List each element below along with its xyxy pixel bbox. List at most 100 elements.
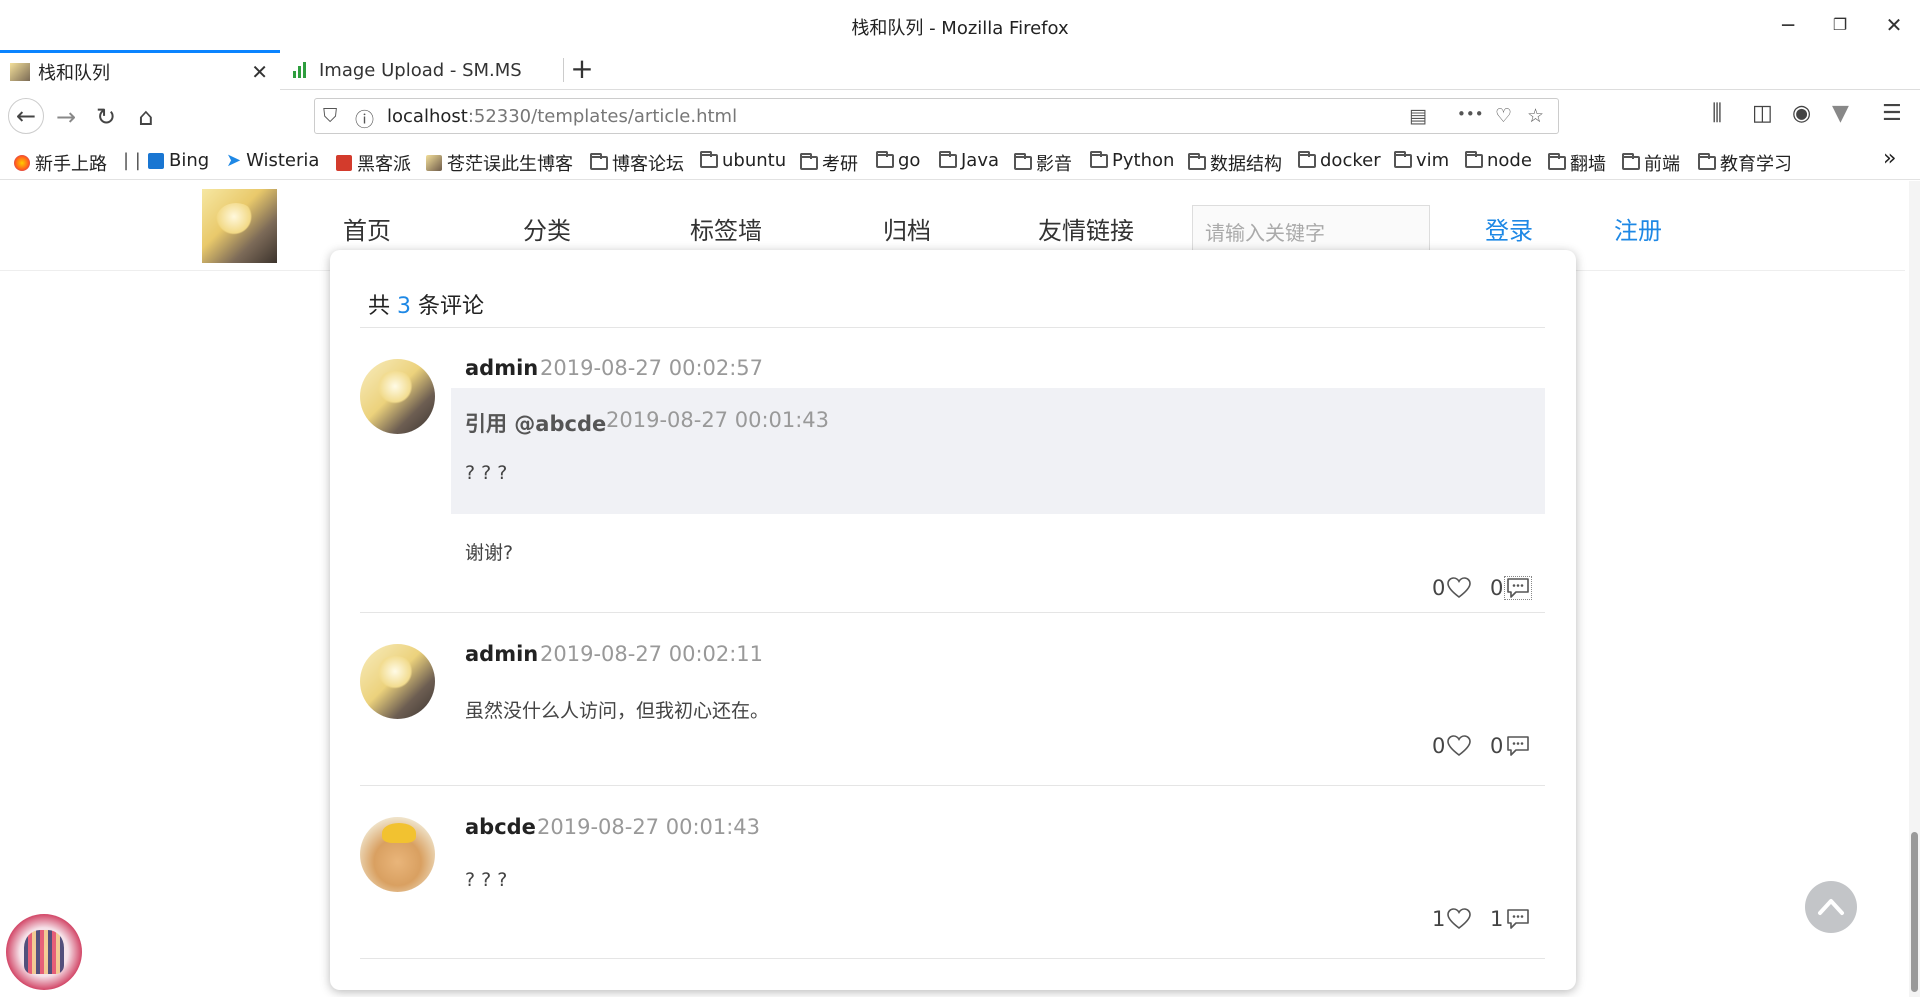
tab-stack-queue[interactable]: 栈和队列 ✕	[0, 50, 280, 90]
scroll-to-top-button[interactable]	[1805, 881, 1857, 933]
page-scrollbar[interactable]	[1909, 181, 1920, 997]
bookmark-item[interactable]: 苍茫误此生博客	[426, 150, 573, 176]
comments-card: 共 3 条评论 admin 2019-08-27 00:02:57 引用 @ab…	[330, 250, 1576, 990]
bookmark-item[interactable]: 新手上路	[14, 150, 107, 176]
register-link[interactable]: 注册	[1614, 211, 1662, 246]
url-path: :52330/templates/article.html	[467, 106, 738, 127]
info-icon[interactable]: ⓘ	[355, 105, 374, 132]
url-text[interactable]: localhost:52330/templates/article.html	[387, 106, 737, 127]
menu-icon[interactable]: ☰	[1882, 101, 1902, 126]
bookmark-folder[interactable]: 前端	[1622, 150, 1680, 176]
nav-tags[interactable]: 标签墙	[690, 211, 762, 246]
page-actions-icon[interactable]: •••	[1457, 105, 1484, 123]
comment-time: 2019-08-27 00:02:11	[540, 642, 764, 666]
folder-icon	[1090, 150, 1108, 168]
reply-button[interactable]: 1	[1490, 907, 1531, 931]
bookmark-label: 新手上路	[35, 154, 107, 175]
bookmark-folder[interactable]: vim	[1394, 150, 1449, 171]
folder-icon	[1014, 153, 1032, 170]
forward-icon[interactable]: →	[50, 101, 82, 133]
bookmark-label: 博客论坛	[612, 154, 684, 175]
back-icon[interactable]: ←	[8, 98, 44, 134]
bookmark-folder[interactable]: 考研	[800, 150, 858, 176]
bookmark-star-icon[interactable]: ☆	[1527, 105, 1544, 127]
bookmark-folder[interactable]: 翻墙	[1548, 150, 1606, 176]
bookmark-item[interactable]: 黑客派	[336, 150, 411, 176]
like-button[interactable]: 0	[1432, 576, 1472, 600]
avatar[interactable]	[360, 359, 435, 434]
quote-time: 2019-08-27 00:01:43	[606, 408, 830, 432]
shield-icon[interactable]: ⛉	[323, 105, 337, 127]
url-bar[interactable]: ⛉ ⓘ localhost:52330/templates/article.ht…	[314, 98, 1559, 134]
comment-text: 谢谢?	[465, 542, 514, 564]
profile-avatar-icon[interactable]: ◉	[1792, 101, 1811, 126]
bookmark-folder[interactable]: 博客论坛	[590, 150, 684, 176]
avatar[interactable]	[360, 817, 435, 892]
like-button[interactable]: 1	[1432, 907, 1472, 931]
bookmark-folder[interactable]: 数据结构	[1188, 150, 1282, 176]
bookmark-label: docker	[1320, 150, 1381, 171]
extension-icon[interactable]: ▼	[1832, 101, 1849, 126]
bookmark-folder[interactable]: Python	[1090, 150, 1174, 171]
bookmark-folder[interactable]: Java	[939, 150, 999, 171]
search-input[interactable]: 请输入关键字	[1192, 205, 1430, 251]
like-button[interactable]: 0	[1432, 734, 1472, 758]
bookmark-folder[interactable]: ubuntu	[700, 150, 786, 171]
hacpai-icon	[336, 155, 352, 171]
close-tab-icon[interactable]: ✕	[251, 60, 268, 84]
bookmarks-bar: 新手上路 | | Bing ➤ Wisteria 黑客派 苍茫误此生博客 博客论坛…	[0, 142, 1920, 180]
heart-icon	[1447, 577, 1472, 599]
folder-icon	[800, 153, 818, 170]
bookmark-item[interactable]: Bing	[148, 150, 209, 171]
bookmark-folder[interactable]: docker	[1298, 150, 1381, 171]
bookmark-item[interactable]: ➤ Wisteria	[226, 150, 319, 171]
nav-categories[interactable]: 分类	[523, 211, 571, 246]
library-icon[interactable]: ⫼	[1712, 101, 1722, 126]
tab-strip: 栈和队列 ✕ Image Upload - SM.MS +	[0, 50, 1920, 90]
reload-icon[interactable]: ↻	[90, 101, 122, 133]
bookmark-label: Python	[1112, 150, 1175, 171]
bookmark-folder[interactable]: node	[1465, 150, 1532, 171]
comment-bubble-icon	[1507, 736, 1530, 756]
bookmark-label: 教育学习	[1720, 154, 1792, 175]
bookmark-folder[interactable]: go	[876, 150, 920, 171]
restore-button[interactable]: ❐	[1820, 10, 1860, 40]
avatar[interactable]	[360, 644, 435, 719]
bookmark-folder[interactable]: 教育学习	[1698, 150, 1792, 176]
bookmark-label: vim	[1416, 150, 1450, 171]
reply-count: 0	[1490, 734, 1504, 758]
comment-user[interactable]: admin	[465, 356, 538, 380]
bookmarks-overflow-icon[interactable]: »	[1883, 146, 1896, 171]
home-icon[interactable]: ⌂	[130, 101, 162, 133]
reply-button[interactable]: 0	[1490, 576, 1533, 600]
bookmark-label: 影音	[1036, 154, 1072, 175]
reader-view-icon[interactable]: ▤	[1409, 105, 1427, 127]
mascot-widget[interactable]	[6, 914, 82, 990]
comment-user[interactable]: admin	[465, 642, 538, 666]
minimize-button[interactable]: ─	[1768, 10, 1808, 40]
reply-count: 0	[1490, 576, 1504, 600]
scrollbar-thumb[interactable]	[1911, 832, 1918, 992]
bookmark-folder[interactable]: 影音	[1014, 150, 1072, 176]
comments-header-suffix: 条评论	[418, 294, 485, 319]
bookmark-label: 黑客派	[357, 154, 411, 175]
reply-button[interactable]: 0	[1490, 734, 1531, 758]
folder-icon	[700, 150, 718, 168]
site-logo[interactable]	[202, 189, 277, 263]
heart-icon	[1447, 735, 1472, 757]
sidebar-icon[interactable]: ◫	[1752, 101, 1773, 126]
chevron-up-icon	[1818, 899, 1844, 915]
new-tab-button[interactable]: +	[570, 50, 594, 90]
folder-icon	[1298, 150, 1316, 168]
nav-archive[interactable]: 归档	[883, 211, 931, 246]
nav-home[interactable]: 首页	[343, 211, 391, 246]
login-link[interactable]: 登录	[1485, 211, 1533, 246]
pocket-icon[interactable]: ♡	[1495, 105, 1512, 127]
bookmark-label: node	[1487, 150, 1532, 171]
nav-friend-links[interactable]: 友情链接	[1038, 211, 1134, 246]
bookmark-label: ubuntu	[722, 150, 787, 171]
close-window-button[interactable]: ✕	[1874, 10, 1914, 40]
comment-user[interactable]: abcde	[465, 815, 536, 839]
tab-separator	[563, 58, 564, 82]
tab-image-upload[interactable]: Image Upload - SM.MS	[281, 50, 561, 90]
